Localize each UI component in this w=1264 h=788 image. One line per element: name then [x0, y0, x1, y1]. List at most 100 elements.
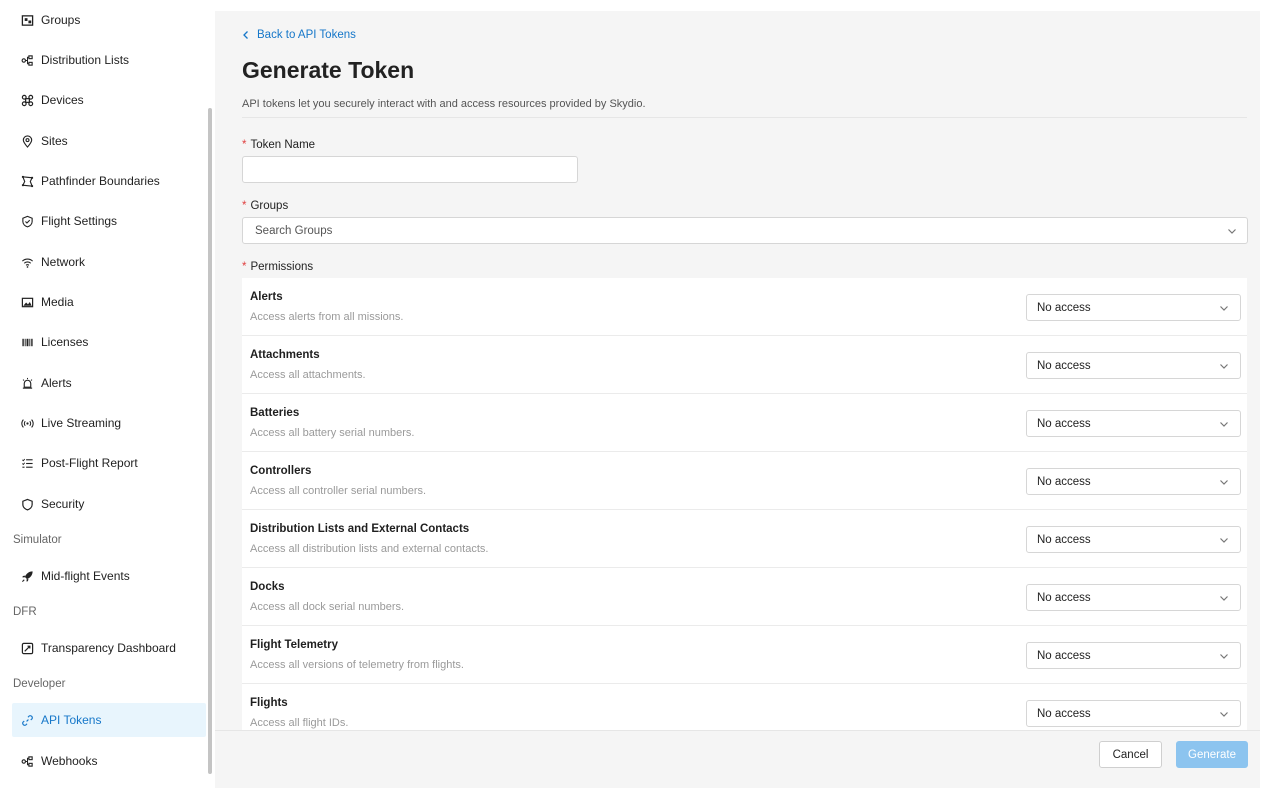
required-mark: *: [242, 139, 247, 151]
sidebar-item-media[interactable]: Media: [12, 285, 206, 319]
groups-select-placeholder: Search Groups: [255, 224, 333, 237]
permission-select[interactable]: No access: [1026, 526, 1241, 553]
sidebar-item-live-streaming[interactable]: Live Streaming: [12, 406, 206, 440]
sidebar-item-label: Live Streaming: [41, 416, 122, 430]
chevron-down-icon: [1220, 538, 1228, 543]
sidebar-item-security[interactable]: Security: [12, 487, 206, 521]
sidebar-item-label: Devices: [41, 93, 84, 107]
permissions-label-text: Permissions: [250, 261, 314, 273]
sidebar-item-flight-settings[interactable]: Flight Settings: [12, 204, 206, 238]
permission-row: Distribution Lists and External Contacts…: [242, 510, 1247, 568]
permission-title: Alerts: [250, 291, 283, 303]
chevron-down-icon: [1220, 596, 1228, 601]
chevron-down-icon: [1220, 712, 1228, 717]
permission-select[interactable]: No access: [1026, 700, 1241, 727]
groups-label-text: Groups: [250, 200, 289, 212]
permission-row: Docks Access all dock serial numbers. No…: [242, 568, 1247, 626]
chevron-down-icon: [1220, 306, 1228, 311]
permission-title: Docks: [250, 581, 285, 593]
permission-description: Access all versions of telemetry from fl…: [250, 659, 464, 671]
link-icon: [20, 713, 34, 727]
back-link-label: Back to API Tokens: [257, 29, 356, 41]
sidebar-item-distribution-lists[interactable]: Distribution Lists: [12, 43, 206, 77]
sidebar-item-label: Pathfinder Boundaries: [41, 174, 160, 188]
permission-select-value: No access: [1037, 707, 1091, 720]
sidebar: Groups Distribution Lists Devices Sites …: [0, 0, 214, 788]
sidebar-item-devices[interactable]: Devices: [12, 83, 206, 117]
page-description: API tokens let you securely interact wit…: [242, 98, 646, 110]
permission-select-value: No access: [1037, 591, 1091, 604]
sidebar-item-label: Post-Flight Report: [41, 456, 138, 470]
permission-select[interactable]: No access: [1026, 410, 1241, 437]
sidebar-item-label: Distribution Lists: [41, 53, 130, 67]
chevron-down-icon: [1220, 422, 1228, 427]
devices-icon: [20, 93, 34, 107]
sidebar-item-label: Webhooks: [41, 754, 98, 768]
permission-select-value: No access: [1037, 417, 1091, 430]
sidebar-item-label: Groups: [41, 13, 81, 27]
sidebar-item-licenses[interactable]: Licenses: [12, 325, 206, 359]
barcode-icon: [20, 335, 34, 349]
divider: [242, 117, 1247, 118]
permission-description: Access all distribution lists and extern…: [250, 543, 489, 555]
token-name-input[interactable]: [242, 156, 578, 183]
sidebar-item-api-tokens[interactable]: API Tokens: [12, 703, 206, 737]
sidebar-item-pathfinder-boundaries[interactable]: Pathfinder Boundaries: [12, 164, 206, 198]
groups-label: * Groups: [242, 200, 288, 212]
distribution-icon: [20, 53, 34, 67]
alarm-icon: [20, 376, 34, 390]
section-label-dfr: DFR: [13, 606, 37, 618]
required-mark: *: [242, 200, 247, 212]
sidebar-item-label: Licenses: [41, 335, 89, 349]
permission-select[interactable]: No access: [1026, 294, 1241, 321]
permission-select[interactable]: No access: [1026, 468, 1241, 495]
permission-select[interactable]: No access: [1026, 642, 1241, 669]
sidebar-item-groups[interactable]: Groups: [12, 3, 206, 37]
dashboard-icon: [20, 641, 34, 655]
chevron-down-icon: [1220, 364, 1228, 369]
permission-select[interactable]: No access: [1026, 352, 1241, 379]
sidebar-item-sites[interactable]: Sites: [12, 124, 206, 158]
footer-divider: [215, 730, 1260, 731]
sidebar-item-mid-flight-events[interactable]: Mid-flight Events: [12, 559, 206, 593]
location-pin-icon: [20, 134, 34, 148]
section-label-simulator: Simulator: [13, 534, 62, 546]
sidebar-item-label: Flight Settings: [41, 214, 118, 228]
permission-title: Attachments: [250, 349, 320, 361]
permissions-label: * Permissions: [242, 261, 313, 273]
image-icon: [20, 295, 34, 309]
permission-select-value: No access: [1037, 301, 1091, 314]
sidebar-item-label: Alerts: [41, 376, 72, 390]
sidebar-item-webhooks[interactable]: Webhooks: [12, 744, 206, 778]
sidebar-item-label: Sites: [41, 134, 68, 148]
permission-description: Access all attachments.: [250, 369, 366, 381]
sidebar-item-post-flight-report[interactable]: Post-Flight Report: [12, 446, 206, 480]
permission-row: Attachments Access all attachments. No a…: [242, 336, 1247, 394]
chevron-down-icon: [1220, 480, 1228, 485]
permission-row: Alerts Access alerts from all missions. …: [242, 278, 1247, 336]
shield-check-icon: [20, 214, 34, 228]
wifi-icon: [20, 255, 34, 269]
permission-title: Batteries: [250, 407, 300, 419]
chevron-down-icon: [1220, 654, 1228, 659]
back-link[interactable]: Back to API Tokens: [241, 29, 356, 41]
permission-select-value: No access: [1037, 649, 1091, 662]
sidebar-scrollbar[interactable]: [208, 108, 212, 774]
token-name-label: * Token Name: [242, 139, 315, 151]
sidebar-item-transparency-dashboard[interactable]: Transparency Dashboard: [12, 631, 206, 665]
groups-select[interactable]: Search Groups: [242, 217, 1248, 244]
permission-row: Flights Access all flight IDs. No access: [242, 684, 1247, 730]
permission-select-value: No access: [1037, 475, 1091, 488]
sidebar-item-network[interactable]: Network: [12, 245, 206, 279]
chevron-down-icon: [1228, 229, 1236, 234]
groups-icon: [20, 13, 34, 27]
permission-select[interactable]: No access: [1026, 584, 1241, 611]
permission-row: Batteries Access all battery serial numb…: [242, 394, 1247, 452]
broadcast-icon: [20, 416, 34, 430]
token-name-label-text: Token Name: [250, 139, 316, 151]
generate-button[interactable]: Generate: [1176, 741, 1248, 768]
permission-select-value: No access: [1037, 359, 1091, 372]
cancel-button[interactable]: Cancel: [1099, 741, 1162, 768]
sidebar-item-alerts[interactable]: Alerts: [12, 366, 206, 400]
sidebar-item-label: Network: [41, 255, 86, 269]
